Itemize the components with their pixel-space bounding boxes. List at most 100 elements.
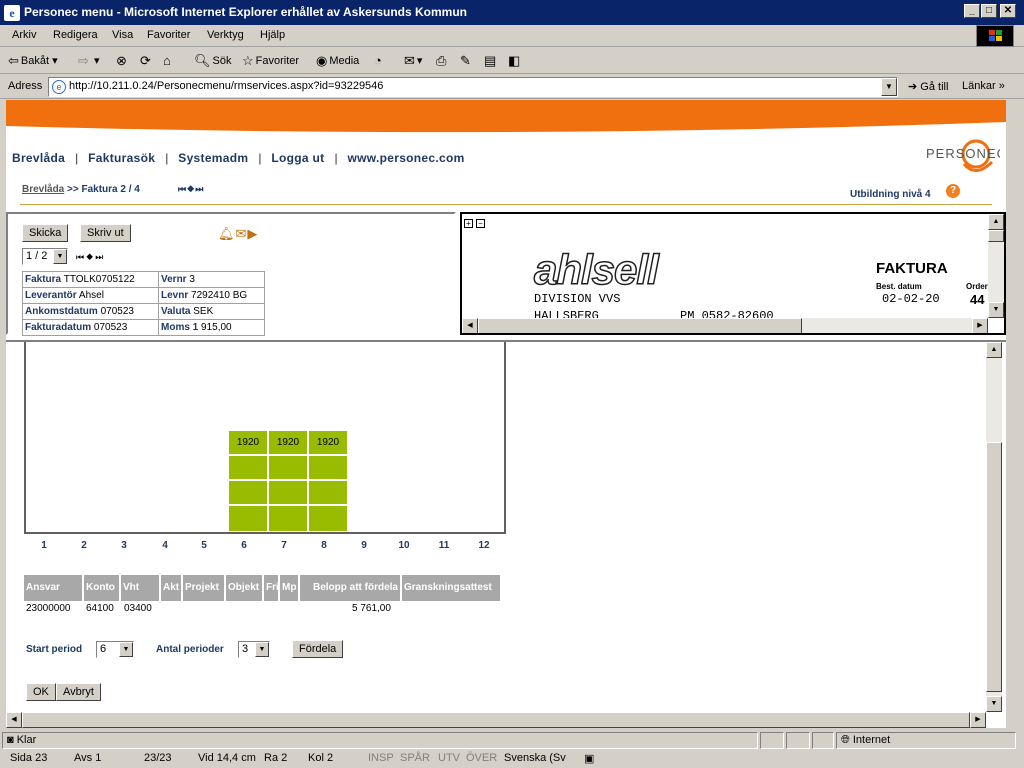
word-language: Svenska (Sv: [504, 752, 566, 764]
cell-vht[interactable]: 03400: [124, 603, 152, 614]
scroll-up-icon[interactable]: ▲: [986, 342, 1002, 358]
print-invoice-button[interactable]: Skriv ut: [80, 224, 131, 242]
back-button[interactable]: ⇦ Bakåt ▾: [8, 52, 58, 70]
menu-favoriter[interactable]: Favoriter: [147, 29, 190, 41]
table-row: Faktura TTOLK0705122 Vernr 3: [22, 271, 265, 288]
image-vertical-scrollbar[interactable]: ▲ ▼: [988, 214, 1004, 318]
scroll-left-icon[interactable]: ◀: [6, 712, 22, 728]
scroll-thumb[interactable]: [478, 318, 802, 333]
edit-button[interactable]: ✎: [460, 52, 473, 70]
mail-button[interactable]: ✉ ▾: [404, 52, 422, 70]
lower-horizontal-scrollbar[interactable]: ◀ ▶: [6, 712, 986, 728]
zoom-in-icon[interactable]: +: [464, 219, 473, 228]
cancel-button[interactable]: Avbryt: [56, 683, 101, 701]
period-cell[interactable]: [268, 505, 308, 532]
address-dropdown[interactable]: ▼: [881, 78, 897, 96]
lower-vertical-scrollbar[interactable]: ▲ ▼: [986, 342, 1002, 712]
attach-icon[interactable]: ✉: [236, 226, 248, 241]
print-button[interactable]: ⎙: [436, 52, 448, 70]
title-bar: e Personec menu - Microsoft Internet Exp…: [0, 0, 1024, 25]
nav-fakturasok[interactable]: Fakturasök: [88, 151, 155, 165]
history-button[interactable]: ◔: [374, 52, 384, 70]
address-input[interactable]: e http://10.211.0.24/Personecmenu/rmserv…: [48, 77, 898, 97]
period-cell[interactable]: [228, 480, 268, 505]
home-button[interactable]: ⌂: [163, 52, 173, 70]
scroll-thumb[interactable]: [986, 442, 1002, 692]
header-divider: [20, 204, 992, 205]
help-icon[interactable]: ?: [946, 184, 960, 198]
cell-belopp[interactable]: 5 761,00: [352, 603, 391, 614]
media-button[interactable]: ◉ Media: [316, 52, 359, 70]
printer-icon: ⎙: [436, 53, 447, 68]
invoice-nav-arrows[interactable]: ⏮◆⏭: [178, 184, 204, 195]
maximize-button[interactable]: □: [981, 4, 997, 18]
header-swoosh: [6, 100, 1006, 133]
page-nav-arrows[interactable]: ⏮◆⏭: [76, 252, 105, 263]
windows-logo-icon: [976, 25, 1014, 47]
stop-button[interactable]: ⊗: [116, 52, 129, 70]
antal-perioder-select[interactable]: 3 ▼: [238, 641, 270, 658]
menu-hjalp[interactable]: Hjälp: [260, 29, 285, 41]
distribute-button[interactable]: Fördela: [292, 640, 344, 658]
ok-button[interactable]: OK: [26, 683, 56, 701]
breadcrumb-brevlada[interactable]: Brevlåda: [22, 184, 64, 195]
forward-button[interactable]: ⇨ ▾: [78, 52, 99, 70]
menu-arkiv[interactable]: Arkiv: [12, 29, 36, 41]
play-icon[interactable]: ▶: [247, 226, 258, 241]
menu-visa[interactable]: Visa: [112, 29, 133, 41]
links-button[interactable]: Länkar »: [962, 80, 1005, 92]
col-projekt: Projekt: [183, 575, 224, 601]
period-cell[interactable]: [228, 455, 268, 480]
scroll-thumb[interactable]: [988, 230, 1004, 242]
word-pages: 23/23: [144, 752, 172, 764]
nav-brevlada[interactable]: Brevlåda: [12, 151, 65, 165]
discuss-button[interactable]: ▤: [484, 52, 498, 70]
minimize-button[interactable]: _: [964, 4, 980, 18]
bell-icon[interactable]: 🔔︎: [218, 226, 236, 241]
period-cell[interactable]: [268, 480, 308, 505]
scroll-right-icon[interactable]: ▶: [972, 318, 988, 333]
period-cell[interactable]: [308, 505, 348, 532]
period-cell[interactable]: [308, 480, 348, 505]
favorites-button[interactable]: ☆ Favoriter: [242, 52, 299, 70]
close-button[interactable]: ✕: [1000, 4, 1016, 18]
period-tick: 5: [201, 540, 207, 551]
menu-verktyg[interactable]: Verktyg: [207, 29, 244, 41]
scroll-thumb[interactable]: [22, 712, 970, 728]
word-utv[interactable]: UTV: [438, 752, 460, 764]
refresh-button[interactable]: ⟳: [140, 52, 153, 70]
nav-systemadm[interactable]: Systemadm: [178, 151, 248, 165]
scroll-down-icon[interactable]: ▼: [988, 302, 1004, 318]
nav-logga-ut[interactable]: Logga ut: [271, 151, 324, 165]
scroll-down-icon[interactable]: ▼: [986, 696, 1002, 712]
scroll-left-icon[interactable]: ◀: [462, 318, 478, 333]
messenger-button[interactable]: ◧: [508, 52, 522, 70]
spellcheck-icon[interactable]: ▣: [584, 752, 594, 765]
word-spar[interactable]: SPÅR: [400, 752, 430, 764]
word-kol: Kol 2: [308, 752, 334, 764]
period-cell[interactable]: [308, 455, 348, 480]
cell-ansvar[interactable]: 23000000: [26, 603, 71, 614]
page-select[interactable]: 1 / 2 ▼: [22, 248, 68, 265]
go-button[interactable]: ➔ Gå till: [908, 80, 948, 93]
scroll-right-icon[interactable]: ▶: [970, 712, 986, 728]
order-label: Order: [966, 282, 988, 291]
toolbar: ⇦ Bakåt ▾ ⇨ ▾ ⊗ ⟳ ⌂ 🔍︎ Sök ☆ Favoriter ◉ Med…: [0, 48, 1024, 74]
scroll-up-icon[interactable]: ▲: [988, 214, 1004, 230]
period-cell[interactable]: [268, 455, 308, 480]
start-period-select[interactable]: 6 ▼: [96, 641, 134, 658]
menu-redigera[interactable]: Redigera: [53, 29, 98, 41]
image-horizontal-scrollbar[interactable]: ◀ ▶: [462, 318, 988, 333]
send-button[interactable]: Skicka: [22, 224, 69, 242]
word-insp[interactable]: INSP: [368, 752, 394, 764]
cell-konto[interactable]: 64100: [86, 603, 114, 614]
period-cell[interactable]: [228, 505, 268, 532]
nav-personec-link[interactable]: www.personec.com: [348, 151, 465, 165]
zoom-out-icon[interactable]: −: [476, 219, 485, 228]
word-vid: Vid 14,4 cm: [198, 752, 256, 764]
cell-label: 1920: [276, 437, 300, 448]
search-button[interactable]: 🔍︎ Sök: [194, 52, 231, 70]
status-text: ◙ Klar: [2, 732, 758, 749]
discuss-icon: ▤: [484, 53, 497, 68]
word-over[interactable]: ÖVER: [466, 752, 497, 764]
